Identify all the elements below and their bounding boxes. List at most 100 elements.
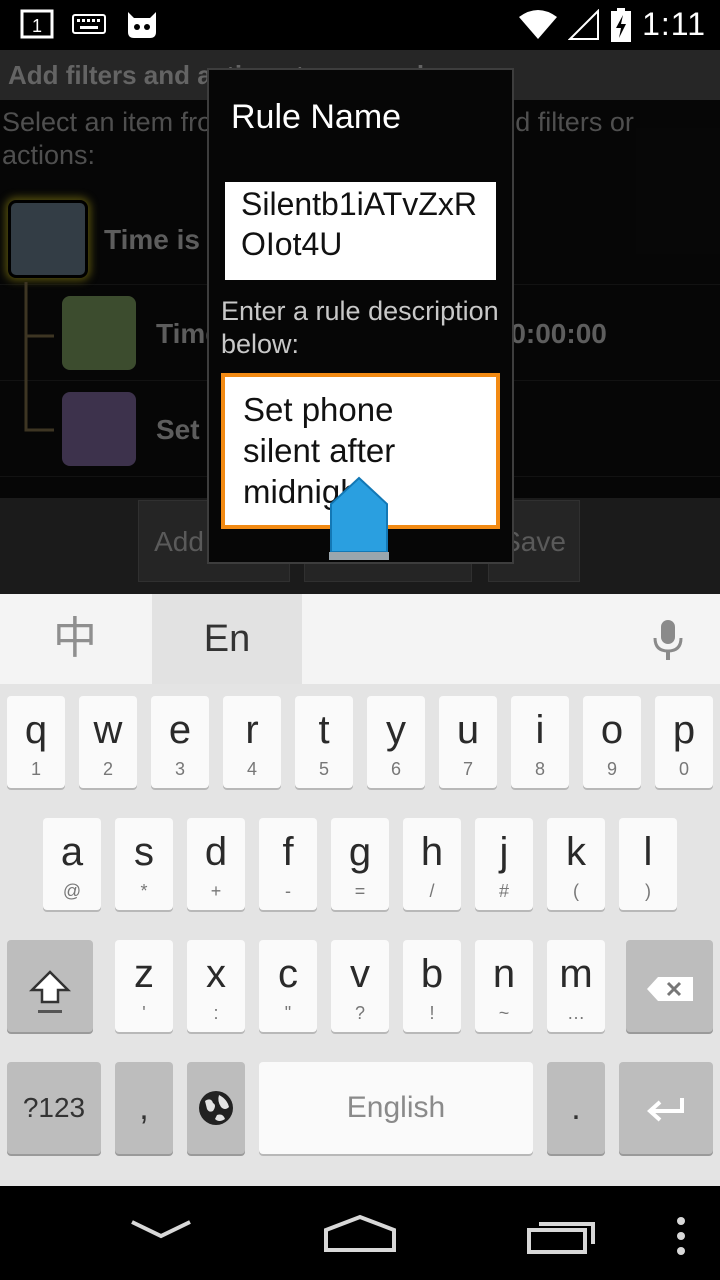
soft-keyboard: 中 En q1 w2 e3 r4 t5 y6 u7 i8 o9 p0 a @ s *… <box>0 594 720 1186</box>
text-cursor-handle-icon[interactable] <box>329 476 389 560</box>
key-hint: ( <box>573 881 579 901</box>
clock: 1:11 <box>642 6 706 42</box>
home-icon[interactable] <box>322 1214 398 1254</box>
key-label: l <box>643 830 653 874</box>
description-label: Enter a rule description below: <box>221 296 499 359</box>
key-h[interactable]: h / <box>403 818 461 910</box>
key-i[interactable]: i8 <box>511 696 569 788</box>
tab-chinese-label: 中 <box>53 614 97 663</box>
key-label: x <box>206 952 226 996</box>
rule-name-dialog: Rule Name Silentb1iATvZxROIot4U Enter a … <box>207 68 514 564</box>
backspace-key[interactable] <box>626 940 713 1032</box>
key-p[interactable]: p0 <box>655 696 713 788</box>
language-key[interactable] <box>187 1062 245 1154</box>
keyboard-icon <box>72 14 106 34</box>
key-q[interactable]: q1 <box>7 696 65 788</box>
key-hint: ! <box>429 1003 435 1023</box>
key-hint: 3 <box>174 759 185 779</box>
menu-icon[interactable] <box>674 1216 688 1256</box>
tab-chinese[interactable]: 中 <box>0 594 150 684</box>
key-r[interactable]: r4 <box>223 696 281 788</box>
key-hint: ) <box>645 881 651 901</box>
key-label: m <box>559 952 593 996</box>
key-hint: * <box>140 881 148 901</box>
space-bar[interactable]: English <box>259 1062 533 1154</box>
key-o[interactable]: o9 <box>583 696 641 788</box>
key-hint: : <box>213 1003 219 1023</box>
rule-name-input[interactable]: Silentb1iATvZxROIot4U <box>225 182 496 280</box>
key-v[interactable]: v? <box>331 940 389 1032</box>
key-a[interactable]: a @ <box>43 818 101 910</box>
comma-key[interactable]: , <box>115 1062 173 1154</box>
key-w[interactable]: w2 <box>79 696 137 788</box>
key-b[interactable]: b! <box>403 940 461 1032</box>
key-hint: @ <box>62 881 82 901</box>
key-label: r <box>245 708 259 752</box>
keyboard-keys: q1 w2 e3 r4 t5 y6 u7 i8 o9 p0 a @ s * d + f… <box>0 684 720 1186</box>
key-label: d <box>204 830 228 874</box>
microphone-icon[interactable] <box>652 618 684 662</box>
key-label: u <box>456 708 480 752</box>
key-hint: 7 <box>462 759 473 779</box>
dialog-title: Rule Name <box>231 98 402 136</box>
key-g[interactable]: g = <box>331 818 389 910</box>
key-hint: 0 <box>678 759 689 779</box>
period-key[interactable]: . <box>547 1062 605 1154</box>
key-hint: + <box>210 881 222 901</box>
key-k[interactable]: k( <box>547 818 605 910</box>
key-t[interactable]: t5 <box>295 696 353 788</box>
key-label: k <box>566 830 586 874</box>
key-c[interactable]: c " <box>259 940 317 1032</box>
key-label: w <box>93 708 123 752</box>
key-label: i <box>535 708 545 752</box>
key-hint: … <box>567 1003 585 1023</box>
key-label: q <box>24 708 48 752</box>
key-e[interactable]: e3 <box>151 696 209 788</box>
key-s[interactable]: s * <box>115 818 173 910</box>
key-z[interactable]: z ' <box>115 940 173 1032</box>
globe-icon <box>199 1091 233 1125</box>
key-hint: / <box>429 881 435 901</box>
key-label: . <box>571 1088 581 1127</box>
key-hint: ' <box>142 1003 146 1023</box>
key-label: n <box>492 952 516 996</box>
key-hint: 1 <box>30 759 41 779</box>
key-d[interactable]: d + <box>187 818 245 910</box>
key-label: t <box>318 708 330 752</box>
key-label: c <box>278 952 298 996</box>
status-bar: 1 1:11 <box>0 0 720 50</box>
key-f[interactable]: f- <box>259 818 317 910</box>
key-hint: 6 <box>390 759 401 779</box>
navigation-bar <box>0 1186 720 1280</box>
key-n[interactable]: n ~ <box>475 940 533 1032</box>
symbols-key[interactable]: ?123 <box>7 1062 101 1154</box>
key-hint: 9 <box>606 759 617 779</box>
key-hint: 2 <box>102 759 113 779</box>
battery-charging-icon <box>611 7 632 42</box>
key-u[interactable]: u7 <box>439 696 497 788</box>
key-hint: 8 <box>534 759 545 779</box>
backspace-icon <box>647 977 693 1001</box>
key-hint: ~ <box>498 1003 510 1023</box>
cyanogen-icon <box>128 12 156 38</box>
key-l[interactable]: l) <box>619 818 677 910</box>
key-y[interactable]: y6 <box>367 696 425 788</box>
back-icon[interactable] <box>128 1216 194 1246</box>
signal-icon <box>568 8 600 40</box>
key-label: z <box>134 952 154 996</box>
wifi-icon <box>519 9 558 39</box>
keyboard-toolbar: 中 En <box>0 594 720 684</box>
key-label: h <box>420 830 444 874</box>
shift-key[interactable] <box>7 940 93 1032</box>
key-label: , <box>139 1088 149 1127</box>
key-x[interactable]: x: <box>187 940 245 1032</box>
key-hint: = <box>354 881 366 901</box>
key-j[interactable]: j # <box>475 818 533 910</box>
key-label: e <box>168 708 192 752</box>
recents-icon[interactable] <box>526 1216 598 1256</box>
key-m[interactable]: m… <box>547 940 605 1032</box>
enter-key[interactable] <box>619 1062 713 1154</box>
tab-english[interactable]: En <box>152 594 302 684</box>
tab-english-label: En <box>203 618 251 660</box>
key-label: v <box>350 952 370 996</box>
